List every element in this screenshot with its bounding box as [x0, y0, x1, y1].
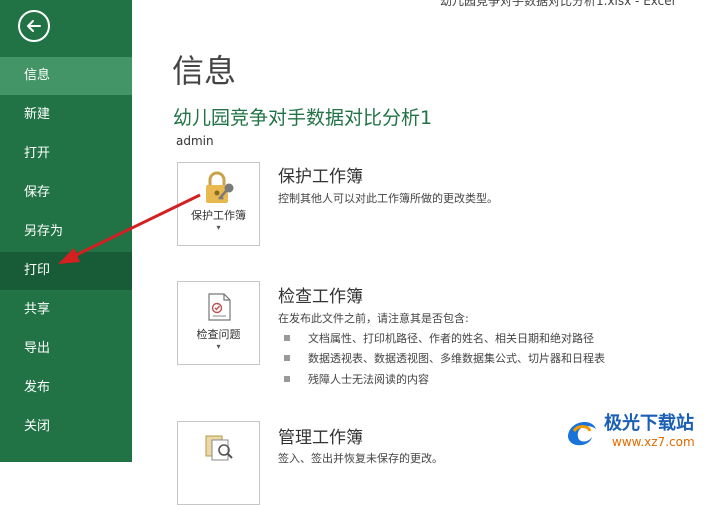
watermark-url: www.xz7.com [612, 435, 695, 449]
annotation-arrow [58, 193, 201, 264]
swirl-logo-icon [568, 422, 596, 446]
watermark-logo: 极光下载站 www.xz7.com [560, 405, 720, 460]
watermark-text: 极光下载站 [604, 413, 694, 434]
